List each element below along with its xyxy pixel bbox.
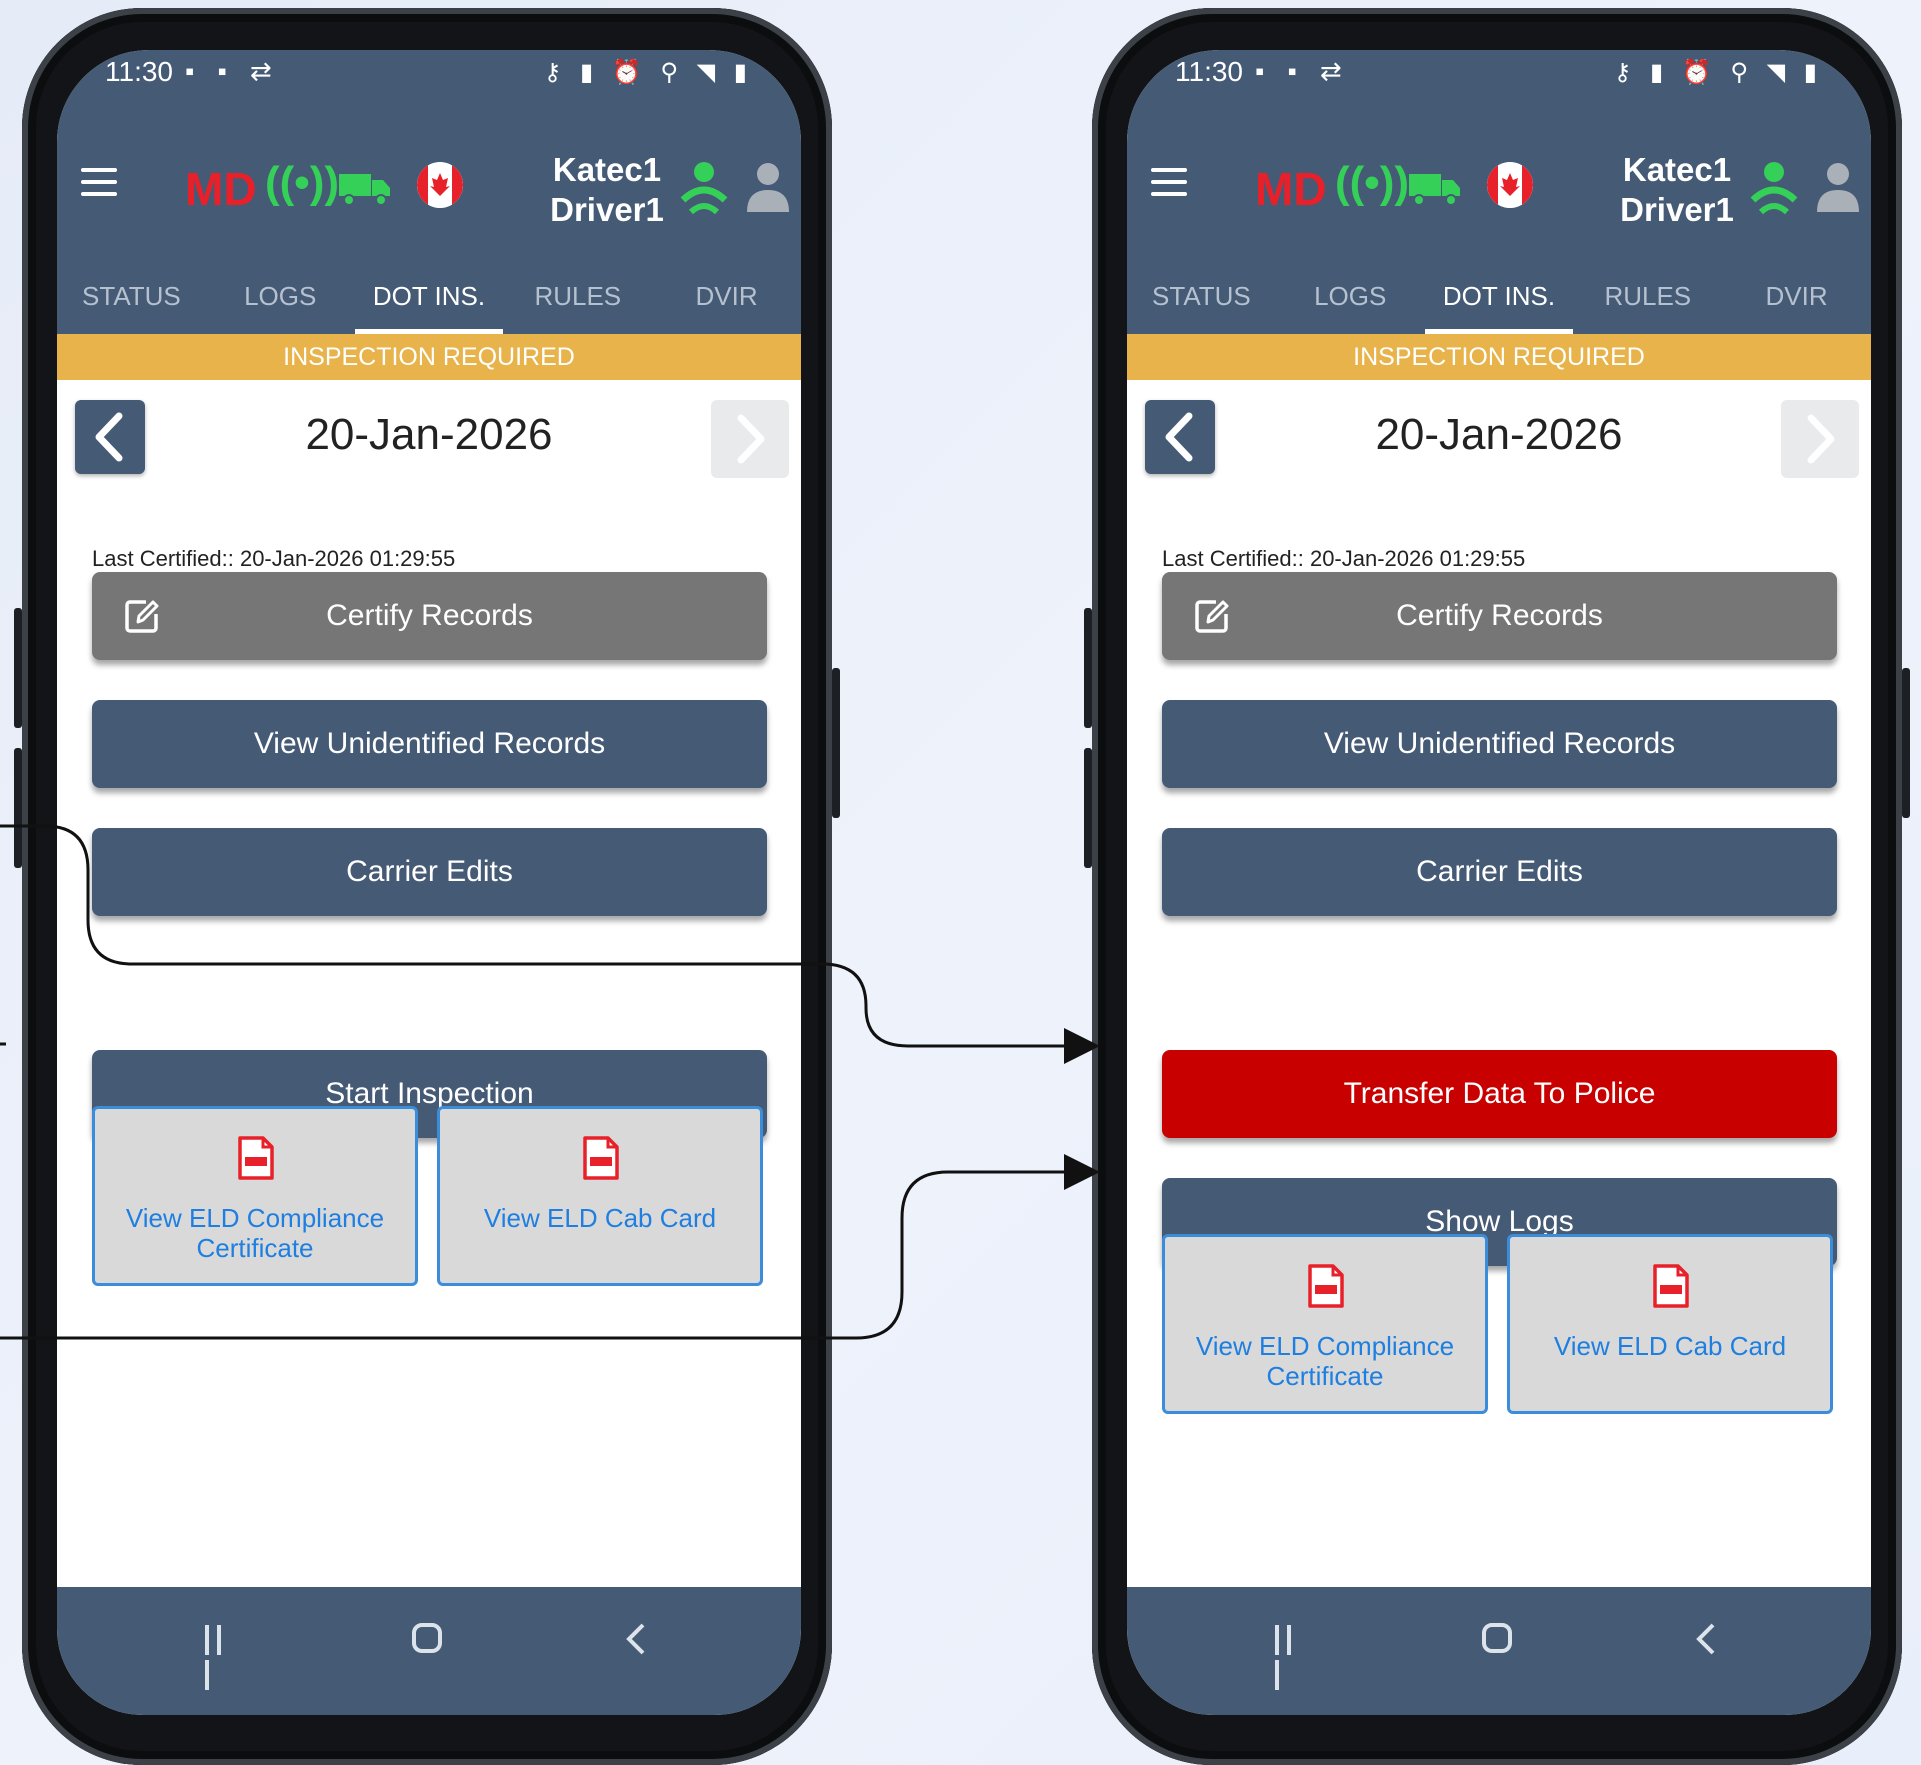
arrow-to-transfer: [0, 824, 1100, 1064]
flow-arrows: [0, 824, 1100, 1340]
arrow-to-show-logs: [0, 1154, 1100, 1340]
